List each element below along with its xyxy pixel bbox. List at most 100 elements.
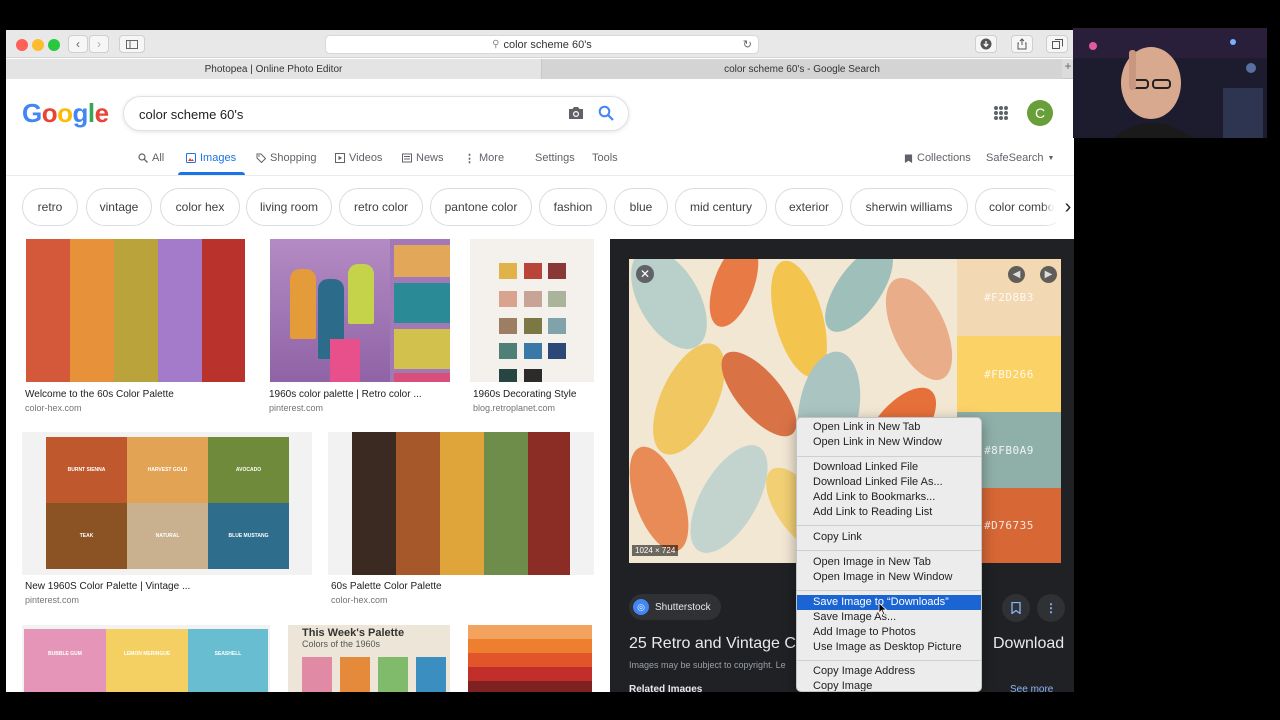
chip-vintage[interactable]: vintage	[86, 188, 152, 226]
result-image-4[interactable]: BURNT SIENNA HARVEST GOLD AVOCADO TEAK N…	[22, 432, 312, 575]
result-image-6[interactable]: BUBBLE GUM LEMON MERINGUE SEASHELL	[22, 625, 270, 692]
globe-icon: ◎	[633, 599, 649, 615]
save-to-collection-button[interactable]	[1002, 594, 1030, 622]
menu-download-linked-file-as[interactable]: Download Linked File As...	[797, 475, 981, 490]
menu-copy-image[interactable]: Copy Image	[797, 679, 981, 691]
result-source-4[interactable]: pinterest.com	[25, 595, 79, 605]
chip-mid-century[interactable]: mid century	[675, 188, 767, 226]
result-image-7[interactable]: This Week's Palette Colors of the 1960s	[288, 625, 450, 692]
chip-label: living room	[259, 200, 319, 214]
share-button[interactable]	[1011, 35, 1033, 53]
menu-add-image-photos[interactable]: Add Image to Photos	[797, 625, 981, 640]
more-options-button[interactable]: ⋮	[1037, 594, 1065, 622]
close-window-button[interactable]	[16, 39, 28, 51]
collections-link[interactable]: Collections	[904, 151, 971, 165]
result-image-5[interactable]	[328, 432, 594, 575]
chip-fashion[interactable]: fashion	[539, 188, 607, 226]
chip-sherwin-williams[interactable]: sherwin williams	[850, 188, 968, 226]
nav-tools[interactable]: Tools	[592, 151, 618, 165]
chip-label: sherwin williams	[865, 200, 953, 214]
chip-exterior[interactable]: exterior	[775, 188, 843, 226]
nav-videos[interactable]: Videos	[335, 151, 382, 165]
nav-more[interactable]: ⋮ More	[464, 151, 504, 165]
next-image-button[interactable]: ▶	[1040, 266, 1057, 283]
result-title-5[interactable]: 60s Palette Color Palette	[331, 581, 442, 592]
nav-news[interactable]: News	[402, 151, 444, 165]
menu-save-image-as[interactable]: Save Image As...	[797, 610, 981, 625]
menu-open-link-new-window[interactable]: Open Link in New Window	[797, 435, 981, 450]
back-button[interactable]: ‹	[68, 35, 88, 53]
see-more-link[interactable]: See more	[1010, 684, 1053, 692]
swatch-label: LEMON MERINGUE	[123, 651, 171, 657]
result-title-4[interactable]: New 1960S Color Palette | Vintage ...	[25, 581, 190, 592]
menu-save-image-downloads[interactable]: Save Image to “Downloads”	[797, 595, 981, 610]
menu-open-image-new-window[interactable]: Open Image in New Window	[797, 570, 981, 585]
result-source-3[interactable]: blog.retroplanet.com	[473, 403, 555, 413]
menu-copy-link[interactable]: Copy Link	[797, 530, 981, 545]
menu-download-linked-file[interactable]: Download Linked File	[797, 460, 981, 475]
nav-images[interactable]: Images	[186, 151, 236, 165]
panel-title-end[interactable]: Download	[993, 635, 1064, 653]
swatch-label: AVOCADO	[235, 467, 262, 473]
tabs-icon	[1051, 39, 1063, 49]
result-image-8[interactable]	[468, 625, 592, 692]
menu-open-image-new-tab[interactable]: Open Image in New Tab	[797, 555, 981, 570]
previous-image-button[interactable]: ◀	[1008, 266, 1025, 283]
panel-swatch-2: #FBD266	[957, 336, 1061, 412]
palette-subheading: Colors of the 1960s	[302, 639, 381, 649]
chip-retro[interactable]: retro	[22, 188, 78, 226]
chip-pantone-color[interactable]: pantone color	[430, 188, 532, 226]
forward-button[interactable]: ›	[89, 35, 109, 53]
chips-next-button[interactable]: ›	[1056, 190, 1074, 224]
address-bar[interactable]: ⚲ color scheme 60's ↻	[325, 35, 759, 54]
tab-overview-button[interactable]	[1046, 35, 1068, 53]
chip-color-hex[interactable]: color hex	[160, 188, 240, 226]
chip-label: retro	[37, 200, 63, 214]
google-apps-icon[interactable]	[994, 106, 1008, 120]
result-image-1[interactable]	[26, 239, 245, 382]
nav-shopping[interactable]: Shopping	[256, 151, 317, 165]
result-image-2[interactable]	[270, 239, 450, 382]
google-logo[interactable]: Google	[22, 98, 109, 129]
search-box[interactable]: color scheme 60's	[123, 96, 629, 131]
account-avatar[interactable]: C	[1027, 100, 1053, 126]
chip-blue[interactable]: blue	[614, 188, 668, 226]
result-source-5[interactable]: color-hex.com	[331, 595, 388, 605]
menu-use-image-desktop[interactable]: Use Image as Desktop Picture	[797, 640, 981, 655]
screen: ‹ › ⚲ color scheme 60's ↻ Photopea | Onl…	[0, 0, 1280, 720]
source-link[interactable]: ◎ Shutterstock	[629, 594, 721, 620]
zoom-window-button[interactable]	[48, 39, 60, 51]
minimize-window-button[interactable]	[32, 39, 44, 51]
sidebar-icon	[126, 39, 138, 49]
swatch-label: HARVEST GOLD	[147, 467, 188, 473]
chip-color-combo[interactable]: color combo	[975, 188, 1065, 226]
safesearch-menu[interactable]: SafeSearch ▼	[986, 151, 1054, 165]
panel-title[interactable]: 25 Retro and Vintage Co	[629, 635, 805, 653]
result-title-2[interactable]: 1960s color palette | Retro color ...	[269, 389, 422, 400]
search-input[interactable]: color scheme 60's	[139, 107, 243, 122]
sidebar-toggle-button[interactable]	[119, 35, 145, 53]
menu-add-link-reading-list[interactable]: Add Link to Reading List	[797, 505, 981, 520]
menu-open-link-new-tab[interactable]: Open Link in New Tab	[797, 420, 981, 435]
chip-retro-color[interactable]: retro color	[339, 188, 423, 226]
reload-icon[interactable]: ↻	[743, 38, 752, 51]
result-title-3[interactable]: 1960s Decorating Style	[473, 389, 576, 400]
tab-photopea[interactable]: Photopea | Online Photo Editor	[6, 59, 542, 79]
camera-icon[interactable]	[568, 106, 584, 120]
chip-label: blue	[629, 200, 653, 214]
menu-add-link-bookmarks[interactable]: Add Link to Bookmarks...	[797, 490, 981, 505]
tab-google-search[interactable]: color scheme 60's - Google Search	[542, 59, 1062, 79]
chip-living-room[interactable]: living room	[246, 188, 332, 226]
search-icon[interactable]	[598, 105, 614, 121]
close-panel-button[interactable]: ✕	[636, 265, 654, 283]
swatch-label: BURNT SIENNA	[67, 467, 106, 473]
result-title-1[interactable]: Welcome to the 60s Color Palette	[25, 389, 174, 400]
downloads-button[interactable]	[975, 35, 997, 53]
related-images-heading: Related Images	[629, 684, 703, 692]
nav-all[interactable]: All	[138, 151, 164, 165]
result-image-3[interactable]	[470, 239, 594, 382]
result-source-2[interactable]: pinterest.com	[269, 403, 323, 413]
nav-settings[interactable]: Settings	[535, 151, 575, 165]
menu-copy-image-address[interactable]: Copy Image Address	[797, 664, 981, 679]
result-source-1[interactable]: color-hex.com	[25, 403, 82, 413]
